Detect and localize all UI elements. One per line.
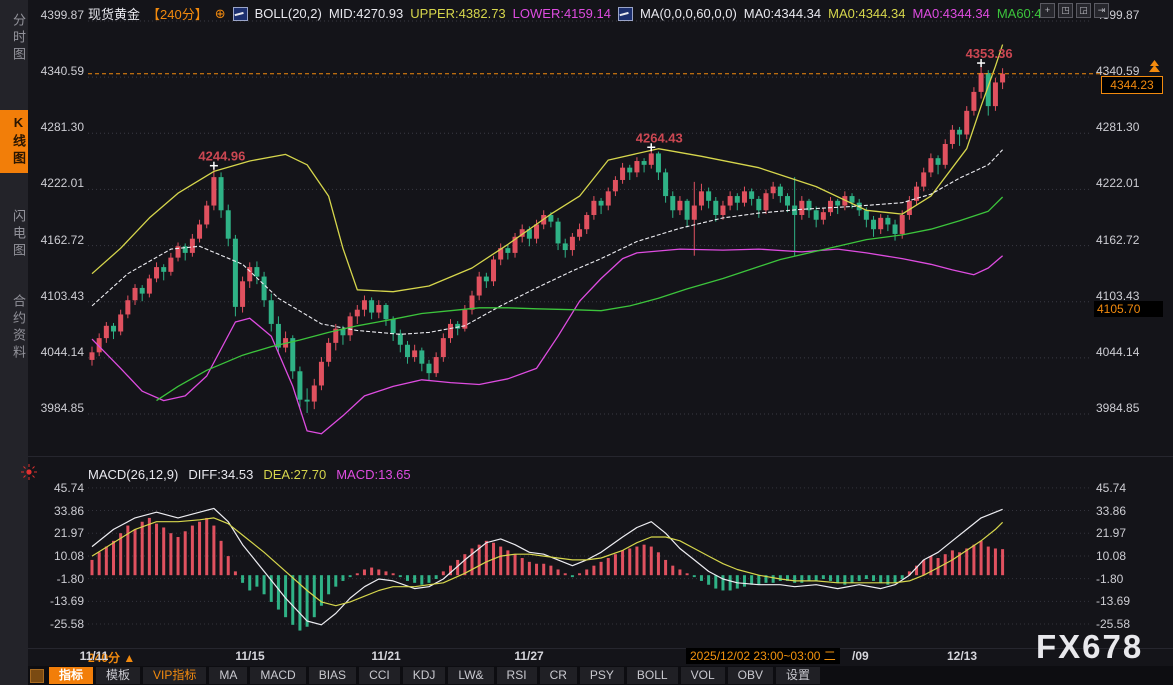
- toolbar-item-VOL[interactable]: VOL: [681, 667, 725, 684]
- boll-upper-line: [92, 45, 1003, 292]
- alert-level-label: 4105.70: [1094, 301, 1163, 317]
- price-tick-label: 4162.72: [30, 233, 84, 247]
- toolbar-item-MA[interactable]: MA: [209, 667, 247, 684]
- panel-grid-icon[interactable]: [30, 669, 44, 683]
- price-tick-label: 4281.30: [1096, 120, 1166, 134]
- boll-upper-value: UPPER:4382.73: [410, 6, 505, 21]
- ma0-magenta-value: MA0:4344.34: [912, 6, 989, 21]
- app-root: 4244.96 4264.43 4353.36 现货黄金 【240分】 ⊕ BOLL…: [0, 0, 1173, 685]
- chart-canvas[interactable]: 4244.96 4264.43 4353.36: [28, 0, 1173, 663]
- peak-annotations: 4244.96 4264.43 4353.36: [198, 46, 1012, 170]
- sidebar: 分时图 K线图 闪电图 合约资料: [0, 0, 28, 685]
- toolbar-item-PSY[interactable]: PSY: [580, 667, 624, 684]
- svg-text:4244.96: 4244.96: [198, 149, 245, 164]
- live-indicator-icon: [21, 464, 37, 485]
- watermark: FX678: [1036, 628, 1143, 666]
- x-tick-label: 11/15: [220, 649, 280, 663]
- macd-tick-label: 21.97: [1096, 526, 1166, 540]
- toolbar-item-MACD[interactable]: MACD: [250, 667, 305, 684]
- chart-tools: + ◳ ◲ ⇥: [1040, 3, 1109, 18]
- toolbar-item-LW&[interactable]: LW&: [448, 667, 493, 684]
- macd-tick-label: -25.58: [30, 617, 84, 631]
- price-tick-label: 4340.59: [30, 64, 84, 78]
- price-tick-label: 4281.30: [30, 120, 84, 134]
- toolbar-item-BOLL[interactable]: BOLL: [627, 667, 678, 684]
- macd-tick-label: 45.74: [1096, 481, 1166, 495]
- time-axis: 240分 ▲ 11/1111/1511/2111/2712/13 2025/12…: [28, 648, 1173, 666]
- interval-tag: 【240分】: [147, 4, 208, 23]
- x-tick-label: 12/13: [932, 649, 992, 663]
- pan-crosshair-icon[interactable]: +: [1040, 3, 1055, 18]
- toolbar-item-RSI[interactable]: RSI: [497, 667, 537, 684]
- sidebar-tab-timeline[interactable]: 分时图: [0, 8, 28, 69]
- x-tick-remnant: /09: [852, 649, 869, 663]
- layout-down-icon[interactable]: ◲: [1076, 3, 1091, 18]
- macd-tick-label: 33.86: [1096, 504, 1166, 518]
- indicator-chart-icon[interactable]: [233, 7, 248, 21]
- macd-macd-value: MACD:13.65: [336, 467, 410, 482]
- price-tick-label: 3984.85: [30, 401, 84, 415]
- step-forward-icon[interactable]: ⇥: [1094, 3, 1109, 18]
- price-marker-icon[interactable]: [1148, 60, 1161, 78]
- macd-dea-value: DEA:27.70: [263, 467, 326, 482]
- layout-up-icon[interactable]: ◳: [1058, 3, 1073, 18]
- boll-lower-value: LOWER:4159.14: [513, 6, 611, 21]
- price-tick-label: 4222.01: [30, 176, 84, 190]
- macd-diff-value: DIFF:34.53: [188, 467, 253, 482]
- toolbar-item-模板[interactable]: 模板: [96, 667, 140, 684]
- boll-lower-line: [92, 249, 1003, 434]
- macd-tick-label: 10.08: [1096, 549, 1166, 563]
- indicator-toolbar: 指标模板VIP指标MAMACDBIASCCIKDJLW&RSICRPSYBOLL…: [28, 666, 1173, 685]
- sidebar-tab-flash[interactable]: 闪电图: [0, 204, 28, 265]
- sidebar-tab-contract[interactable]: 合约资料: [0, 289, 28, 367]
- price-tick-label: 4222.01: [1096, 176, 1166, 190]
- toolbar-item-CCI[interactable]: CCI: [359, 667, 400, 684]
- price-tick-label: 4103.43: [30, 289, 84, 303]
- indicator-chart-icon[interactable]: [618, 7, 633, 21]
- indicator-legend: 现货黄金 【240分】 ⊕ BOLL(20,2) MID:4270.93 UPP…: [88, 4, 1042, 23]
- ma0-white-value: MA0:4344.34: [744, 6, 821, 21]
- ma60-value: MA60:4: [997, 6, 1042, 21]
- macd-histogram: [91, 518, 1005, 631]
- macd-tick-label: -1.80: [1096, 572, 1166, 586]
- sidebar-tab-kline[interactable]: K线图: [0, 110, 28, 173]
- toolbar-item-BIAS[interactable]: BIAS: [309, 667, 356, 684]
- price-tick-label: 3984.85: [1096, 401, 1166, 415]
- current-price-label: 4344.23: [1101, 76, 1163, 94]
- svg-text:4264.43: 4264.43: [636, 130, 683, 145]
- ma0-yellow-value: MA0:4344.34: [828, 6, 905, 21]
- price-tick-label: 4044.14: [1096, 345, 1166, 359]
- x-tick-label: 11/27: [499, 649, 559, 663]
- toolbar-item-设置[interactable]: 设置: [776, 667, 820, 684]
- gridlines: [88, 21, 1092, 624]
- toolbar-item-KDJ[interactable]: KDJ: [403, 667, 446, 684]
- crosshair-date-label: 2025/12/02 23:00~03:00 二: [686, 648, 840, 664]
- add-indicator-icon[interactable]: ⊕: [215, 6, 226, 22]
- macd-tick-label: 33.86: [30, 504, 84, 518]
- macd-tick-label: 21.97: [30, 526, 84, 540]
- svg-text:4353.36: 4353.36: [966, 46, 1013, 61]
- boll-name: BOLL(20,2): [255, 6, 322, 21]
- macd-tick-label: 45.74: [30, 481, 84, 495]
- macd-tick-label: -1.80: [30, 572, 84, 586]
- toolbar-item-指标[interactable]: 指标: [49, 667, 93, 684]
- macd-legend: MACD(26,12,9) DIFF:34.53 DEA:27.70 MACD:…: [88, 467, 411, 482]
- x-tick-label: 11/21: [356, 649, 416, 663]
- macd-tick-label: -13.69: [1096, 594, 1166, 608]
- macd-tick-label: -13.69: [30, 594, 84, 608]
- macd-tick-label: 10.08: [30, 549, 84, 563]
- price-tick-label: 4162.72: [1096, 233, 1166, 247]
- symbol-name: 现货黄金: [88, 4, 140, 23]
- pane-divider[interactable]: [28, 456, 1173, 457]
- toolbar-item-OBV[interactable]: OBV: [728, 667, 773, 684]
- price-tick-label: 4399.87: [30, 8, 84, 22]
- boll-mid-value: MID:4270.93: [329, 6, 403, 21]
- ma-name: MA(0,0,0,60,0,0): [640, 6, 737, 21]
- price-tick-label: 4044.14: [30, 345, 84, 359]
- macd-name: MACD(26,12,9): [88, 467, 178, 482]
- toolbar-item-VIP指标[interactable]: VIP指标: [143, 667, 206, 684]
- toolbar-item-CR[interactable]: CR: [540, 667, 577, 684]
- x-tick-label: 11/11: [64, 649, 124, 663]
